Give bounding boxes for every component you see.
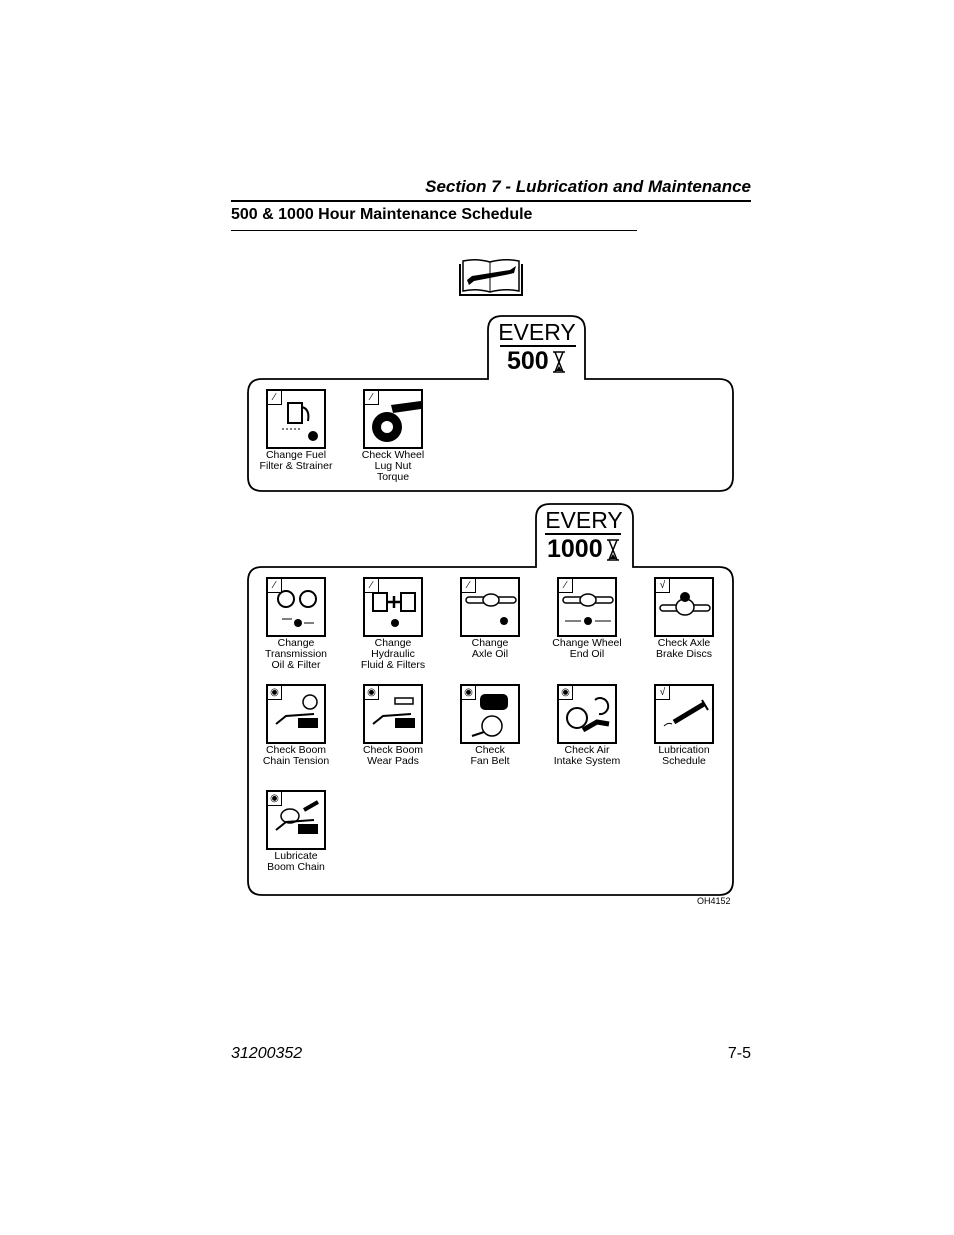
item-label: Change Transmission Oil & Filter bbox=[264, 637, 328, 671]
item-label: Check Fan Belt bbox=[470, 743, 510, 767]
maintenance-item: ∕ Change Wheel End Oil bbox=[537, 577, 637, 660]
maintenance-item: ∕ Change Axle Oil bbox=[440, 577, 540, 660]
wrench-badge-icon: ∕ bbox=[365, 391, 379, 405]
item-label: Check Air Intake System bbox=[553, 743, 621, 767]
eye-badge-icon: ◉ bbox=[268, 792, 282, 806]
maintenance-item: ◉ Check Air Intake System bbox=[537, 683, 637, 767]
hours-1000-row: 1000 bbox=[547, 535, 620, 564]
item-label: Change Fuel Filter & Strainer bbox=[259, 449, 333, 472]
item-label: Change Wheel End Oil bbox=[552, 637, 622, 660]
fuel-pump-icon: ∕ bbox=[266, 389, 326, 449]
eye-badge-icon: ◉ bbox=[559, 685, 573, 700]
boom-chain-icon: ◉ bbox=[266, 683, 326, 744]
item-label: Change Hydraulic Fluid & Filters bbox=[360, 637, 426, 671]
hours-500-row: 500 bbox=[507, 347, 566, 376]
hours-500: 500 bbox=[507, 347, 549, 375]
maintenance-item: ◉ Check Boom Wear Pads bbox=[343, 683, 443, 767]
every-label-500: EVERY bbox=[498, 319, 576, 345]
header-rule bbox=[231, 200, 751, 202]
fan-belt-icon: ◉ bbox=[460, 683, 520, 744]
maintenance-item: √ Lubrication Schedule bbox=[634, 683, 734, 767]
hourglass-icon bbox=[606, 538, 619, 561]
axle-oil-icon: ∕ bbox=[460, 577, 520, 637]
grease-gun-icon: √ bbox=[654, 683, 714, 744]
air-intake-icon: ◉ bbox=[557, 683, 617, 744]
eye-badge-icon: ◉ bbox=[268, 685, 282, 700]
transmission-oil-icon: ∕ bbox=[266, 577, 326, 637]
hourglass-icon bbox=[552, 350, 565, 373]
eye-badge-icon: ◉ bbox=[365, 685, 379, 700]
item-label: Change Axle Oil bbox=[471, 637, 509, 660]
hours-1000: 1000 bbox=[547, 535, 603, 563]
maintenance-item: √ Check Axle Brake Discs bbox=[634, 577, 734, 660]
page-number: 7-5 bbox=[727, 1045, 751, 1062]
maintenance-item: ◉ Lubricate Boom Chain bbox=[246, 790, 346, 873]
item-label: Check Axle Brake Discs bbox=[655, 637, 712, 660]
wrench-badge-icon: ∕ bbox=[268, 391, 282, 405]
check-badge-icon: √ bbox=[656, 579, 670, 593]
doc-number: 31200352 bbox=[231, 1045, 303, 1062]
maintenance-item: ∕ Change Hydraulic Fluid & Filters bbox=[343, 577, 443, 671]
page-subtitle: 500 & 1000 Hour Maintenance Schedule bbox=[231, 206, 533, 223]
wrench-badge-icon: ∕ bbox=[559, 579, 573, 593]
wheel-torque-icon: ∕ bbox=[363, 389, 423, 449]
check-badge-icon: √ bbox=[656, 685, 670, 700]
wrench-badge-icon: ∕ bbox=[462, 579, 476, 593]
eye-badge-icon: ◉ bbox=[462, 685, 476, 700]
item-label: Check Wheel Lug Nut Torque bbox=[361, 449, 425, 483]
wheel-end-oil-icon: ∕ bbox=[557, 577, 617, 637]
item-label: Lubricate Boom Chain bbox=[267, 850, 325, 873]
every-label-1000: EVERY bbox=[545, 507, 623, 533]
maintenance-item: ∕ Check Wheel Lug Nut Torque bbox=[343, 389, 443, 483]
boom-wear-pads-icon: ◉ bbox=[363, 683, 423, 744]
hydraulic-fluid-icon: ∕ bbox=[363, 577, 423, 637]
maintenance-item: ∕ Change Transmission Oil & Filter bbox=[246, 577, 346, 671]
maintenance-item: ∕ Change Fuel Filter & Strainer bbox=[246, 389, 346, 472]
wrench-badge-icon: ∕ bbox=[365, 579, 379, 593]
figure-id: OH4152 bbox=[697, 896, 731, 906]
item-label: Check Boom Wear Pads bbox=[362, 743, 424, 767]
section-title: Section 7 - Lubrication and Maintenance bbox=[425, 177, 751, 196]
item-label: Check Boom Chain Tension bbox=[262, 743, 330, 767]
wrench-badge-icon: ∕ bbox=[268, 579, 282, 593]
item-label: Lubrication Schedule bbox=[658, 743, 710, 767]
subtitle-rule bbox=[231, 230, 637, 231]
maintenance-item: ◉ Check Fan Belt bbox=[440, 683, 540, 767]
maintenance-item: ◉ Check Boom Chain Tension bbox=[246, 683, 346, 767]
boom-chain-lube-icon: ◉ bbox=[266, 790, 326, 850]
book-wrench-icon bbox=[459, 258, 523, 296]
axle-brake-icon: √ bbox=[654, 577, 714, 637]
